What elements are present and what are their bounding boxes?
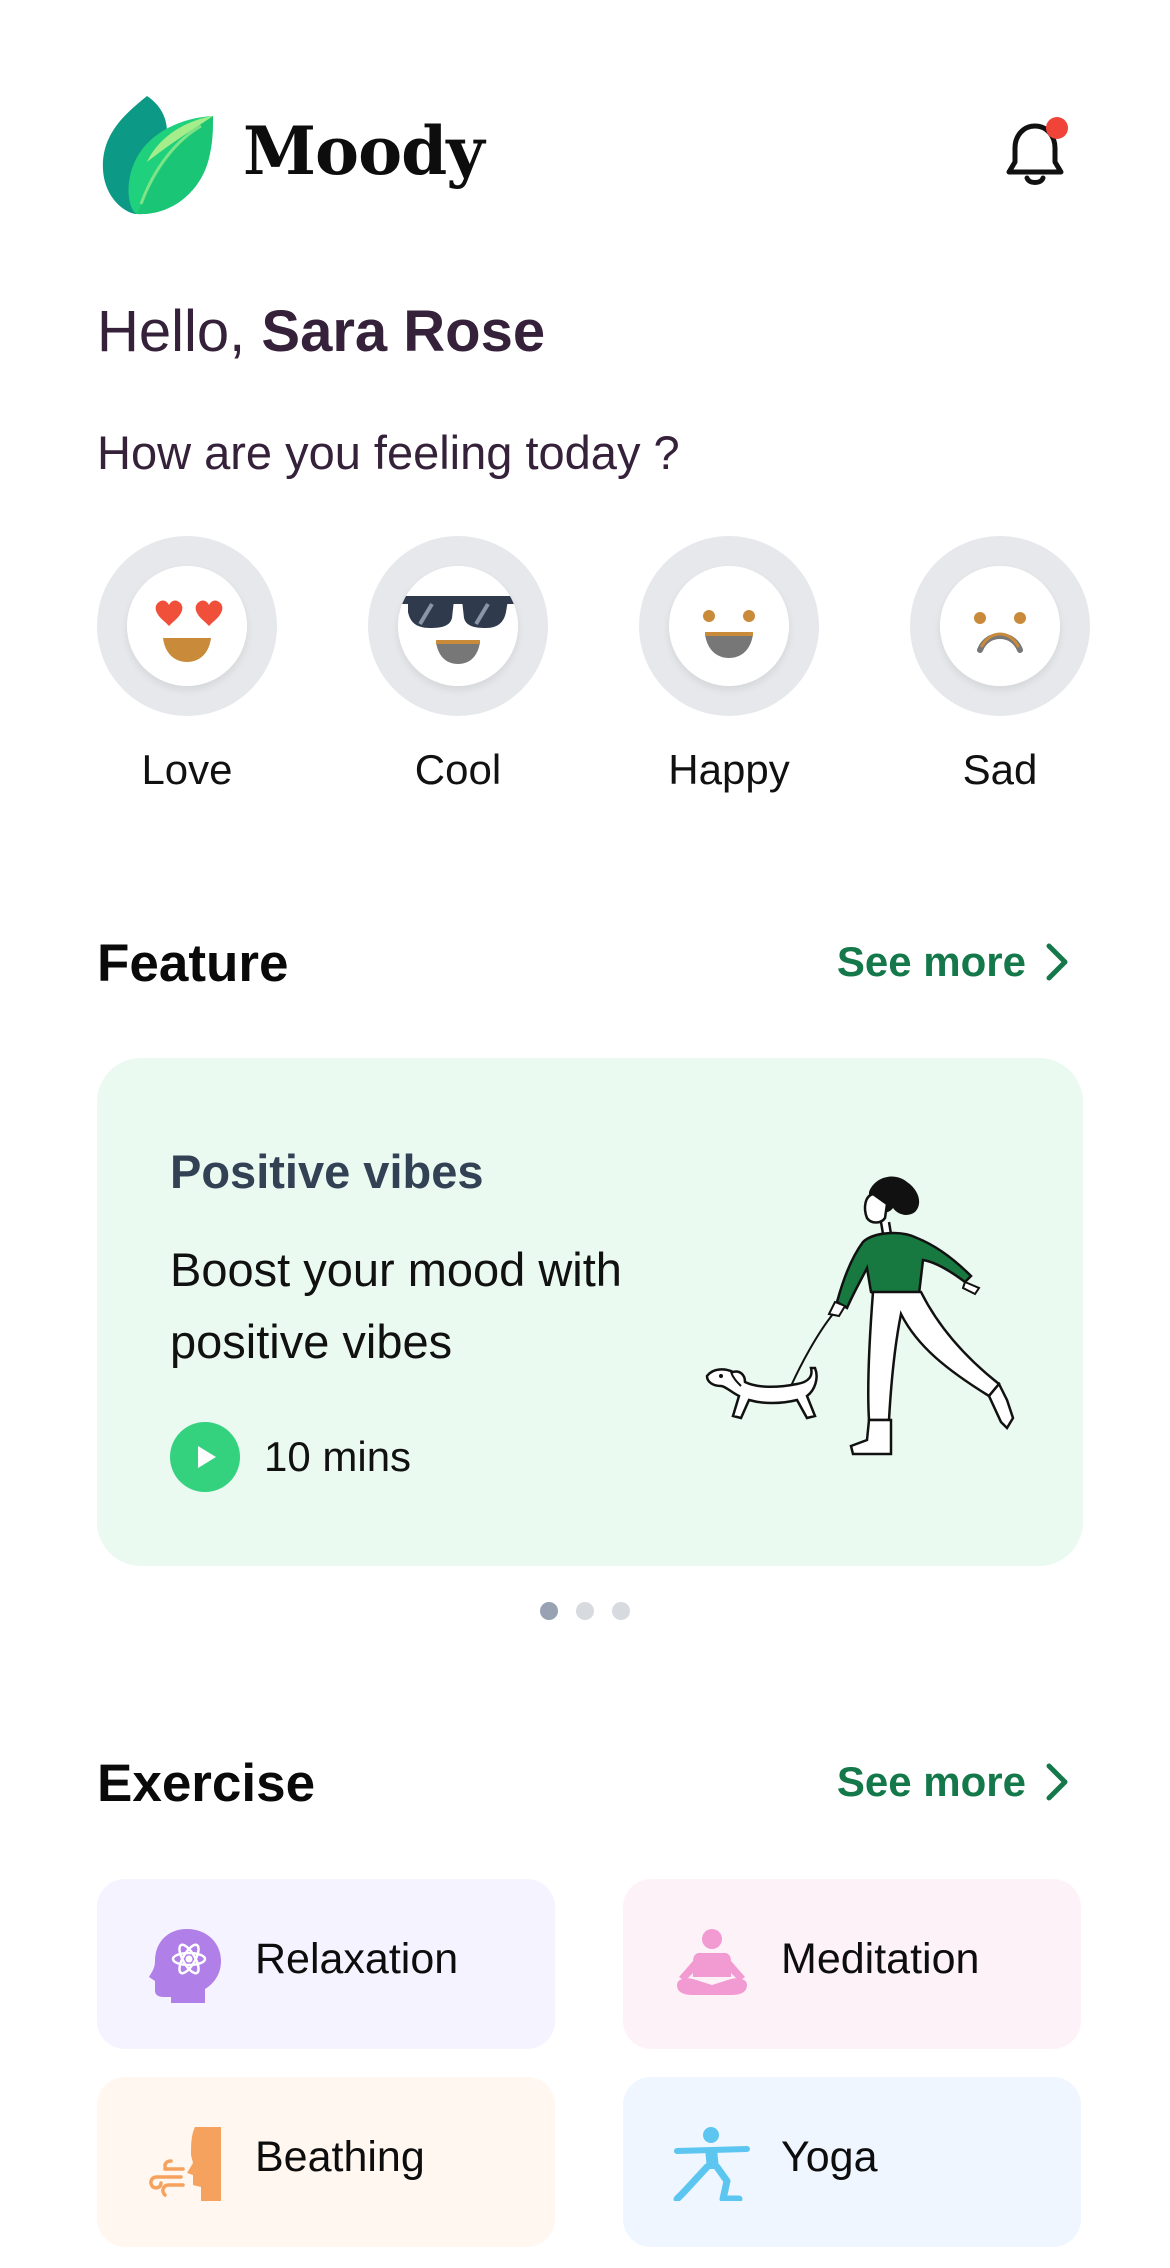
bell-icon — [1006, 117, 1068, 185]
mood-happy[interactable]: Happy — [639, 536, 819, 794]
pagination-dot-1[interactable] — [540, 1602, 558, 1620]
exercise-yoga[interactable]: Yoga — [623, 2077, 1081, 2247]
feature-see-more-link[interactable]: See more — [837, 938, 1070, 986]
happy-face-icon — [669, 566, 789, 686]
exercise-label: Yoga — [781, 2133, 878, 2181]
mood-label: Sad — [962, 746, 1038, 793]
app-header: Moody — [97, 92, 1073, 222]
exercise-section-title: Exercise — [97, 1754, 316, 1813]
mood-cool[interactable]: Cool — [368, 536, 548, 794]
feature-card-title: Positive vibes — [170, 1145, 484, 1198]
app-name: Moody — [243, 112, 485, 190]
cool-face-icon — [398, 566, 518, 686]
see-more-label: See more — [836, 1758, 1026, 1805]
notification-dot — [1046, 117, 1068, 139]
pagination-dot-3[interactable] — [612, 1602, 630, 1620]
mood-label: Cool — [414, 746, 502, 793]
play-icon — [170, 1422, 240, 1492]
mood-sad[interactable]: Sad — [910, 536, 1090, 794]
sad-face-icon — [940, 566, 1060, 686]
exercise-label: Relaxation — [255, 1935, 459, 1983]
feature-card[interactable]: Positive vibes Boost your mood with posi… — [97, 1058, 1083, 1566]
love-face-icon — [127, 566, 247, 686]
breathing-icon — [149, 2127, 221, 2201]
greeting-prefix: Hello, — [97, 299, 262, 364]
woman-walking-dog-illustration — [705, 1176, 1015, 1456]
user-name: Sara Rose — [261, 299, 546, 364]
chevron-right-icon — [1046, 1763, 1068, 1801]
meditation-icon — [677, 1929, 747, 1995]
exercise-meditation[interactable]: Meditation — [623, 1879, 1081, 2049]
mood-prompt: How are you feeling today ? — [97, 426, 680, 479]
see-more-label: See more — [836, 938, 1026, 985]
exercise-see-more-link[interactable]: See more — [837, 1758, 1070, 1806]
chevron-right-icon — [1046, 943, 1068, 981]
pagination-dot-2[interactable] — [576, 1602, 594, 1620]
session-duration: 10 mins — [264, 1433, 412, 1480]
leaf-logo-icon — [102, 96, 213, 215]
feature-pagination — [540, 1602, 630, 1620]
greeting: Hello, Sara Rose — [97, 298, 545, 365]
exercise-label: Meditation — [781, 1935, 980, 1983]
mood-love[interactable]: Love — [97, 536, 277, 794]
play-session-button[interactable]: 10 mins — [170, 1422, 411, 1492]
feature-card-description: Boost your mood with positive vibes — [170, 1243, 622, 1368]
exercise-relaxation[interactable]: Relaxation — [97, 1879, 555, 2049]
relaxation-head-icon — [149, 1929, 221, 2003]
feature-section-title: Feature — [97, 934, 289, 993]
mood-label: Happy — [668, 746, 790, 793]
yoga-icon — [673, 2127, 750, 2201]
mood-selector: Love Cool Happy Sad — [97, 536, 1090, 806]
mood-label: Love — [141, 746, 233, 793]
notifications-button[interactable] — [1003, 116, 1073, 188]
exercise-breathing[interactable]: Beathing — [97, 2077, 555, 2247]
exercise-label: Beathing — [255, 2133, 425, 2181]
